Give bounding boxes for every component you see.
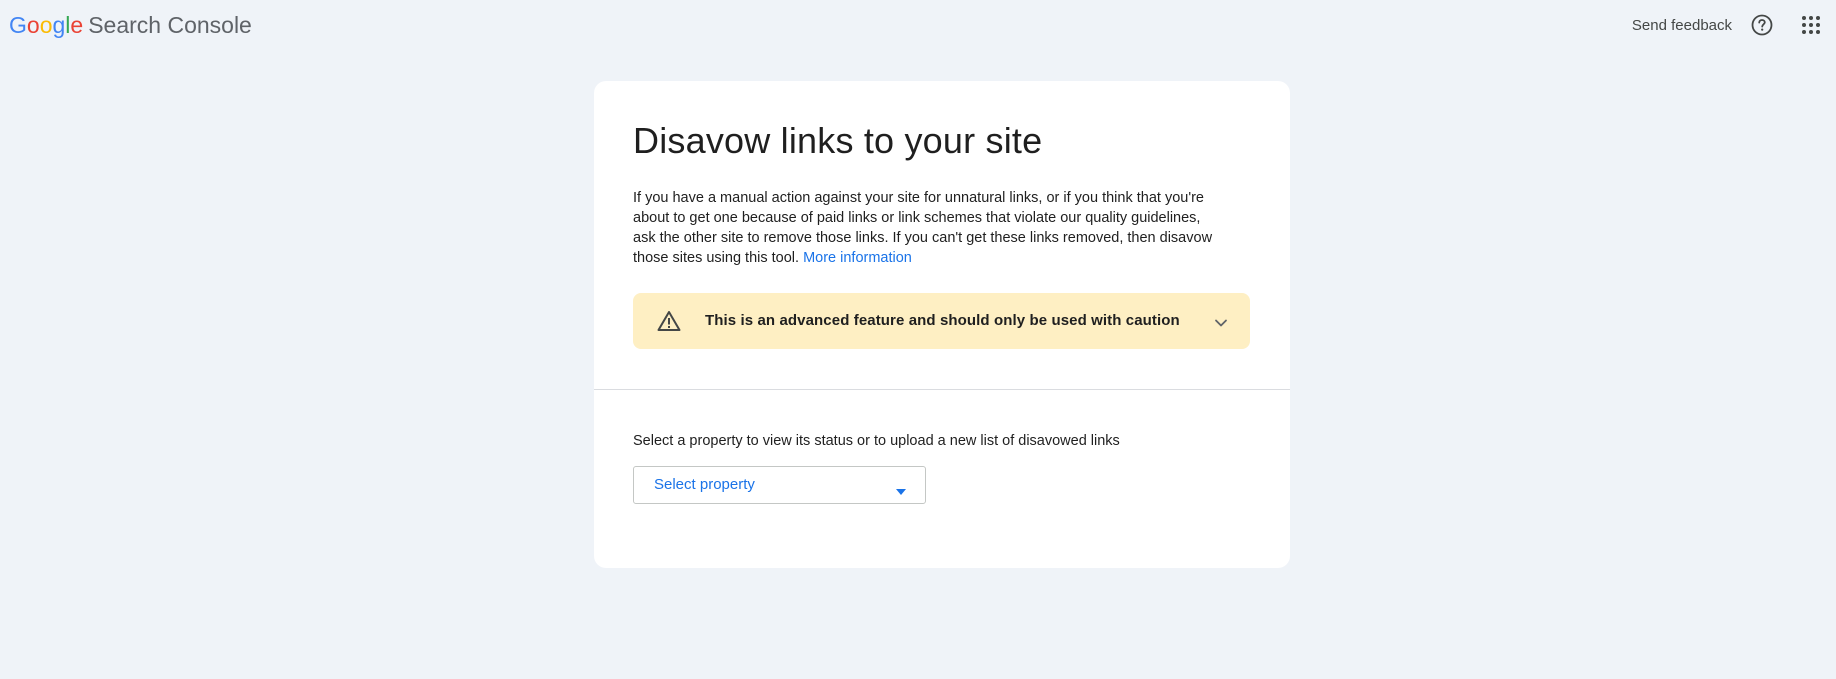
description-body: If you have a manual action against your… [633,190,1213,266]
warning-text: This is an advanced feature and should o… [705,312,1180,329]
send-feedback-button[interactable]: Send feedback [1632,16,1732,36]
chevron-down-icon[interactable] [1214,315,1228,327]
warning-triangle-icon [657,310,681,332]
help-circle-icon[interactable] [1751,14,1773,36]
apps-grid-icon[interactable] [1801,15,1821,35]
logo-letter: e [70,12,84,38]
product-name: Search Console [88,12,252,38]
select-property-label: Select a property to view its status or … [633,433,1120,449]
section-divider [594,389,1290,390]
logo-letter: o [39,12,53,38]
page-title: Disavow links to your site [633,120,1043,161]
more-information-link[interactable]: More information [803,250,912,266]
dropdown-caret-icon [896,482,906,495]
top-bar: Google Search Console Send feedback [0,0,1836,52]
select-property-value: Select property [654,476,755,493]
advanced-feature-warning[interactable]: This is an advanced feature and should o… [633,293,1250,349]
logo-letter: o [26,12,40,38]
logo-letter: g [52,12,66,38]
disavow-card: Disavow links to your site If you have a… [594,81,1290,568]
select-property-dropdown[interactable]: Select property [633,466,926,504]
description-text: If you have a manual action against your… [633,188,1213,268]
search-console-logo[interactable]: Google Search Console [9,11,252,39]
logo-letter: G [9,12,27,38]
